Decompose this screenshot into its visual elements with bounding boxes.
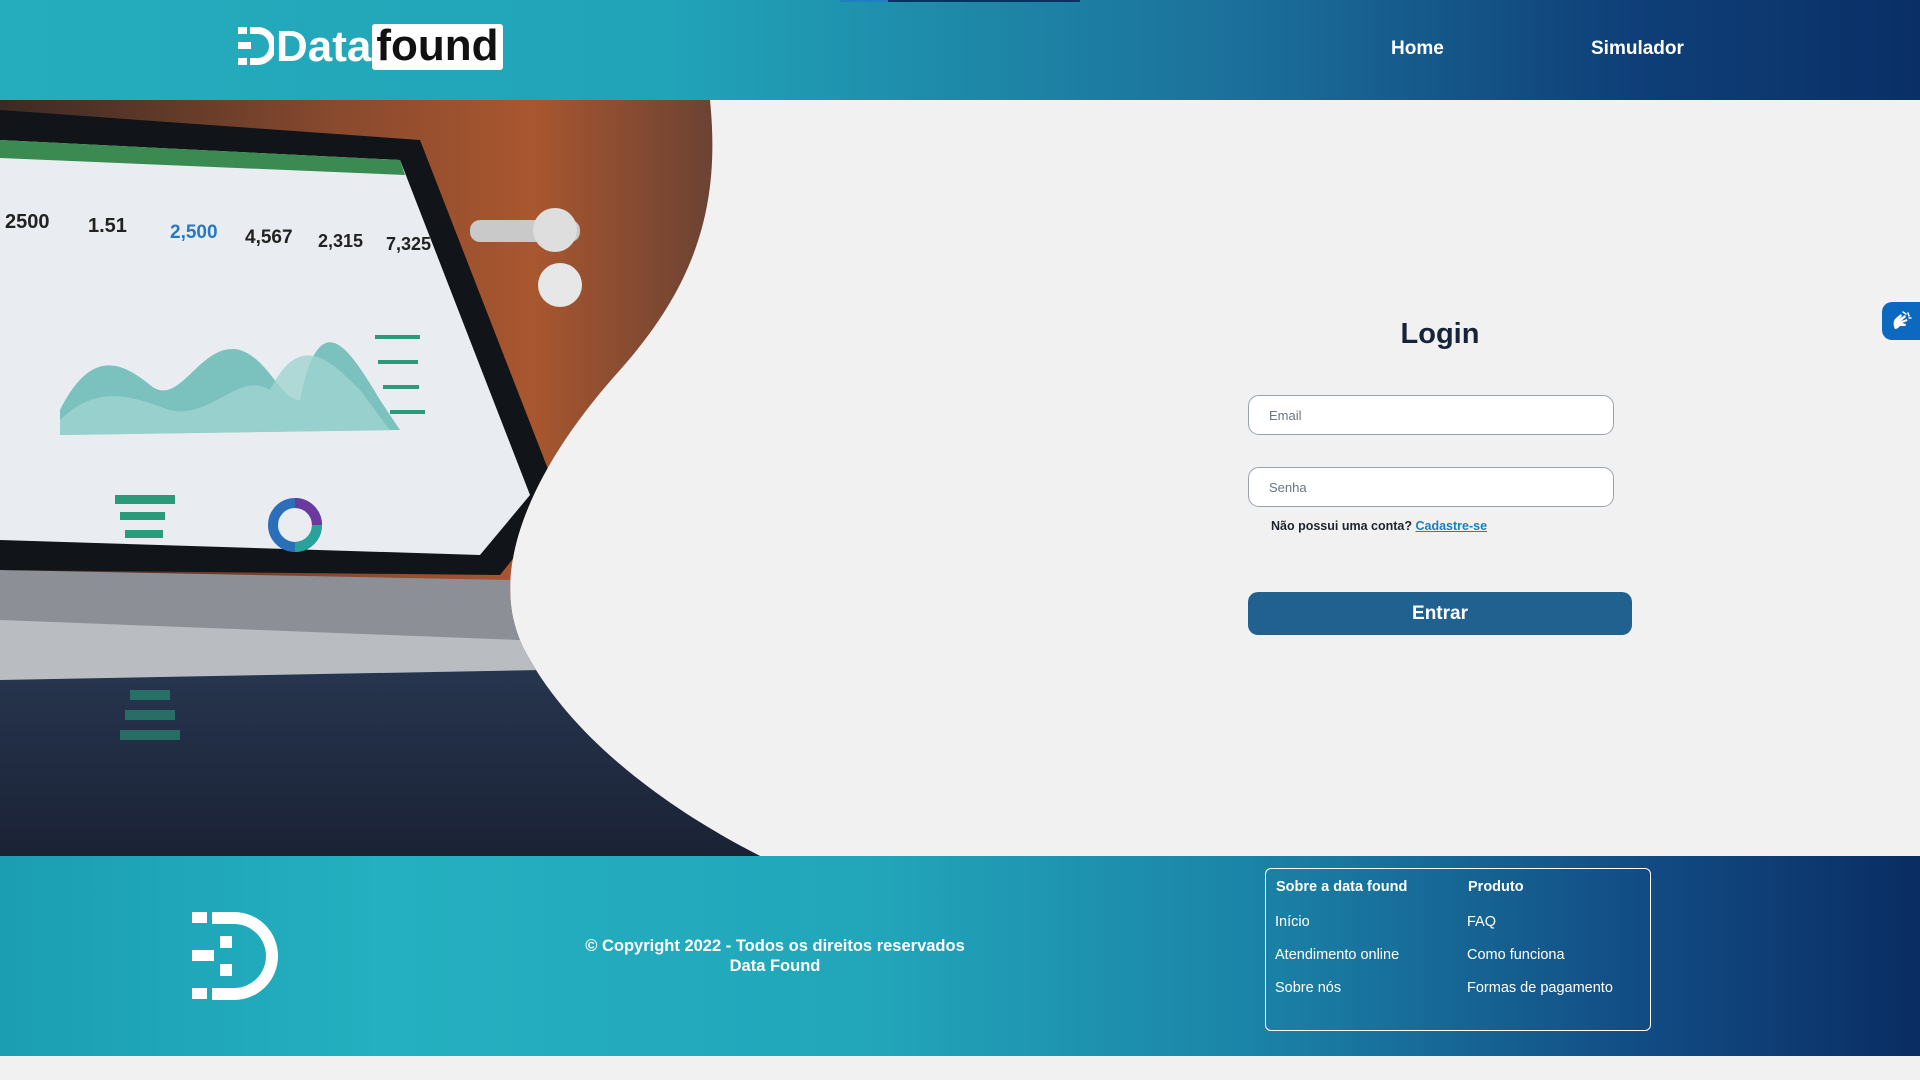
copyright-line-2: Data Found <box>729 957 821 975</box>
nav-simulador[interactable]: Simulador <box>1591 38 1684 60</box>
footer-logo-icon <box>192 912 278 1000</box>
dash-number-5: 2,315 <box>318 231 363 251</box>
logo-text-data: Data <box>276 22 372 71</box>
accessibility-button[interactable] <box>1882 302 1920 340</box>
footer-link-faq[interactable]: FAQ <box>1467 914 1496 930</box>
login-submit-button[interactable]: Entrar <box>1248 592 1632 635</box>
site-header: Data found Home Simulador <box>0 0 1920 100</box>
footer-link-atendimento[interactable]: Atendimento online <box>1275 947 1399 963</box>
password-input[interactable] <box>1248 467 1614 507</box>
header-top-line-accent <box>840 0 888 2</box>
footer-heading-produto: Produto <box>1468 879 1524 895</box>
footer-link-pagamento[interactable]: Formas de pagamento <box>1467 980 1613 996</box>
site-logo[interactable]: Data found <box>238 24 503 70</box>
hero-laptop-illustration: 2500 1.51 2,500 4,567 2,315 7,325 <box>0 100 760 856</box>
copyright: © Copyright 2022 - Todos os direitos res… <box>560 936 990 976</box>
sign-language-hands-icon <box>1893 311 1912 329</box>
dash-number-4: 4,567 <box>245 227 293 248</box>
signup-prompt: Não possui uma conta? Cadastre-se <box>1271 519 1487 533</box>
logo-text-found: found <box>372 24 503 70</box>
footer-link-sobre[interactable]: Sobre nós <box>1275 980 1341 996</box>
login-title: Login <box>1400 318 1480 350</box>
dash-number-2: 1.51 <box>88 215 127 237</box>
footer-heading-about: Sobre a data found <box>1276 879 1408 895</box>
footer-link-como-funciona[interactable]: Como funciona <box>1467 947 1565 963</box>
footer-link-inicio[interactable]: Início <box>1275 914 1310 930</box>
nav-home[interactable]: Home <box>1391 38 1444 60</box>
hero-laptop-image: 2500 1.51 2,500 4,567 2,315 7,325 <box>0 100 760 856</box>
signup-link[interactable]: Cadastre-se <box>1415 519 1487 533</box>
email-input[interactable] <box>1248 395 1614 435</box>
footer-links-box: Sobre a data found Início Atendimento on… <box>1265 868 1651 1031</box>
page-bottom-strip <box>0 1056 1920 1080</box>
dash-number-1: 2500 <box>5 211 50 233</box>
site-footer: © Copyright 2022 - Todos os direitos res… <box>0 856 1920 1056</box>
copyright-line-1: © Copyright 2022 - Todos os direitos res… <box>585 937 965 955</box>
datafound-logo-icon <box>238 27 274 65</box>
dash-number-6: 7,325 <box>386 234 431 254</box>
signup-prompt-text: Não possui uma conta? <box>1271 519 1412 533</box>
dash-number-3: 2,500 <box>170 222 218 243</box>
